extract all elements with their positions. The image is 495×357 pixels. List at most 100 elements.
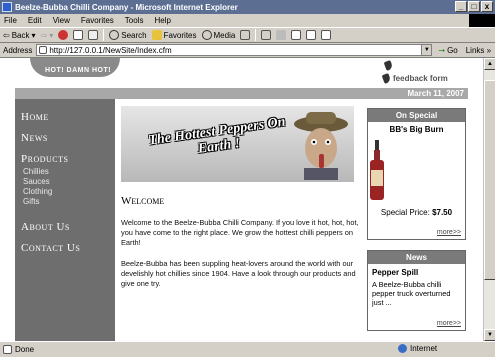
news-more-link[interactable]: more>>: [437, 320, 461, 327]
nav-products[interactable]: Products: [21, 153, 115, 165]
chilli-pepper-icon: [383, 60, 394, 71]
special-product-name[interactable]: BB's Big Burn: [368, 125, 465, 134]
subnav-clothing[interactable]: Clothing: [21, 187, 115, 197]
special-heading: On Special: [368, 109, 465, 122]
refresh-icon[interactable]: [73, 30, 84, 40]
menu-help[interactable]: Help: [154, 16, 170, 25]
products-subnav: Chillies Sauces Clothing Gifts: [21, 167, 115, 207]
window-controls: _ □ x: [455, 1, 493, 12]
news-box: News Pepper Spill A Beelze-Bubba chilli …: [367, 250, 466, 331]
subnav-chillies[interactable]: Chillies: [21, 167, 115, 177]
hot-sauce-bottle-image[interactable]: [368, 140, 386, 200]
dropdown-icon: ▾: [31, 30, 36, 40]
address-url: http://127.0.0.1/NewSite/Index.cfm: [49, 45, 172, 55]
on-special-box: On Special BB's Big Burn Special Price: …: [367, 108, 466, 240]
toolbar-separator: [255, 29, 257, 41]
go-button[interactable]: ➞ Go: [438, 46, 457, 55]
ie-app-icon: [2, 2, 12, 12]
menu-file[interactable]: File: [4, 16, 17, 25]
scroll-down-icon[interactable]: ▼: [484, 329, 495, 341]
sidebar-nav: Home News Products Chillies Sauces Cloth…: [15, 99, 115, 341]
news-item-text: A Beelze-Bubba chilli pepper truck overt…: [372, 280, 451, 307]
messenger-icon[interactable]: [321, 30, 332, 40]
go-label: Go: [447, 45, 458, 55]
mail-icon[interactable]: [261, 30, 272, 40]
internet-globe-icon: [398, 344, 407, 353]
special-more-link[interactable]: more>>: [437, 229, 461, 236]
home-icon[interactable]: [88, 30, 99, 40]
address-input[interactable]: http://127.0.0.1/NewSite/Index.cfm ▼: [36, 44, 433, 56]
nav-contact-us[interactable]: Contact Us: [21, 242, 115, 254]
menu-favorites[interactable]: Favorites: [81, 16, 114, 25]
search-button[interactable]: Search: [109, 30, 147, 40]
nav-home[interactable]: Home: [21, 111, 115, 123]
back-button[interactable]: ⇦ Back ▾: [3, 31, 36, 40]
back-label: Back: [11, 30, 30, 40]
news-item-title[interactable]: Pepper Spill: [372, 268, 465, 277]
nav-about-us[interactable]: About Us: [21, 221, 115, 233]
links-label: Links: [465, 45, 485, 55]
banner-slogan: The Hottest Peppers On Earth !: [147, 114, 287, 157]
media-icon: [201, 30, 212, 40]
favorites-button[interactable]: Favorites: [151, 30, 197, 40]
chilli-pepper-icon: [381, 73, 392, 84]
stop-icon[interactable]: [58, 30, 69, 40]
history-icon[interactable]: [240, 30, 251, 40]
minimize-button[interactable]: _: [455, 1, 467, 12]
status-text: Done: [15, 345, 35, 354]
search-label: Search: [121, 30, 147, 40]
menu-edit[interactable]: Edit: [28, 16, 42, 25]
windows-logo-icon: [469, 14, 495, 27]
media-button[interactable]: Media: [201, 30, 236, 40]
menu-tools[interactable]: Tools: [125, 16, 144, 25]
scroll-up-icon[interactable]: ▲: [484, 58, 495, 70]
menu-view[interactable]: View: [53, 16, 70, 25]
favorites-label: Favorites: [163, 30, 197, 40]
zone-label: Internet: [410, 344, 438, 353]
back-arrow-icon: ⇦: [3, 30, 10, 40]
feedback-area: feedback form: [381, 60, 483, 87]
search-icon: [109, 30, 120, 40]
status-bar: Done Internet: [0, 341, 495, 357]
special-price-line: Special Price: $7.50: [368, 208, 465, 217]
maximize-button[interactable]: □: [468, 1, 480, 12]
subnav-sauces[interactable]: Sauces: [21, 177, 115, 187]
chilli-man-illustration: [294, 112, 348, 180]
date-bar: March 11, 2007: [15, 88, 468, 99]
print-icon[interactable]: [276, 30, 287, 40]
close-button[interactable]: x: [481, 1, 493, 12]
address-label: Address: [3, 45, 33, 55]
forward-button[interactable]: ⇨ ▾: [41, 31, 54, 40]
address-dropdown-icon[interactable]: ▼: [421, 45, 432, 55]
forward-arrow-icon: ⇨: [40, 30, 48, 40]
logo-tagline: HOT! DAMN HOT!: [45, 67, 112, 74]
page-done-icon: [3, 345, 12, 354]
page-icon: [39, 46, 48, 54]
toolbar-separator: [103, 29, 105, 41]
security-zone: Internet: [398, 344, 437, 353]
nav-news[interactable]: News: [21, 132, 115, 144]
scrollbar-thumb[interactable]: [484, 80, 495, 280]
page-viewport: HOT! DAMN HOT! feedback form March 11, 2…: [0, 58, 483, 341]
menu-bar: File Edit View Favorites Tools Help: [0, 14, 495, 27]
welcome-paragraph: Welcome to the Beelze-Bubba Chilli Compa…: [121, 218, 359, 247]
hero-banner: The Hottest Peppers On Earth !: [121, 106, 354, 182]
media-label: Media: [213, 30, 236, 40]
dropdown-icon: ▾: [49, 30, 54, 40]
subnav-gifts[interactable]: Gifts: [21, 197, 115, 207]
favorites-star-icon: [151, 30, 162, 40]
feedback-row: feedback form: [381, 73, 448, 84]
standard-toolbar: ⇦ Back ▾ ⇨ ▾ Search Favorites Media: [0, 27, 495, 43]
address-bar: Address http://127.0.0.1/NewSite/Index.c…: [0, 43, 495, 58]
links-button[interactable]: Links »: [466, 46, 491, 55]
news-heading: News: [368, 251, 465, 264]
discuss-icon[interactable]: [306, 30, 317, 40]
special-price-value: $7.50: [432, 208, 453, 217]
welcome-heading: Welcome: [121, 195, 165, 207]
feedback-form-link[interactable]: feedback form: [393, 74, 448, 83]
window-titlebar[interactable]: Beelze-Bubba Chilli Company - Microsoft …: [0, 0, 495, 14]
window-title: Beelze-Bubba Chilli Company - Microsoft …: [15, 2, 238, 12]
vertical-scrollbar[interactable]: ▲ ▼: [483, 58, 495, 341]
special-price-label: Special Price:: [380, 208, 430, 217]
edit-icon[interactable]: [291, 30, 302, 40]
